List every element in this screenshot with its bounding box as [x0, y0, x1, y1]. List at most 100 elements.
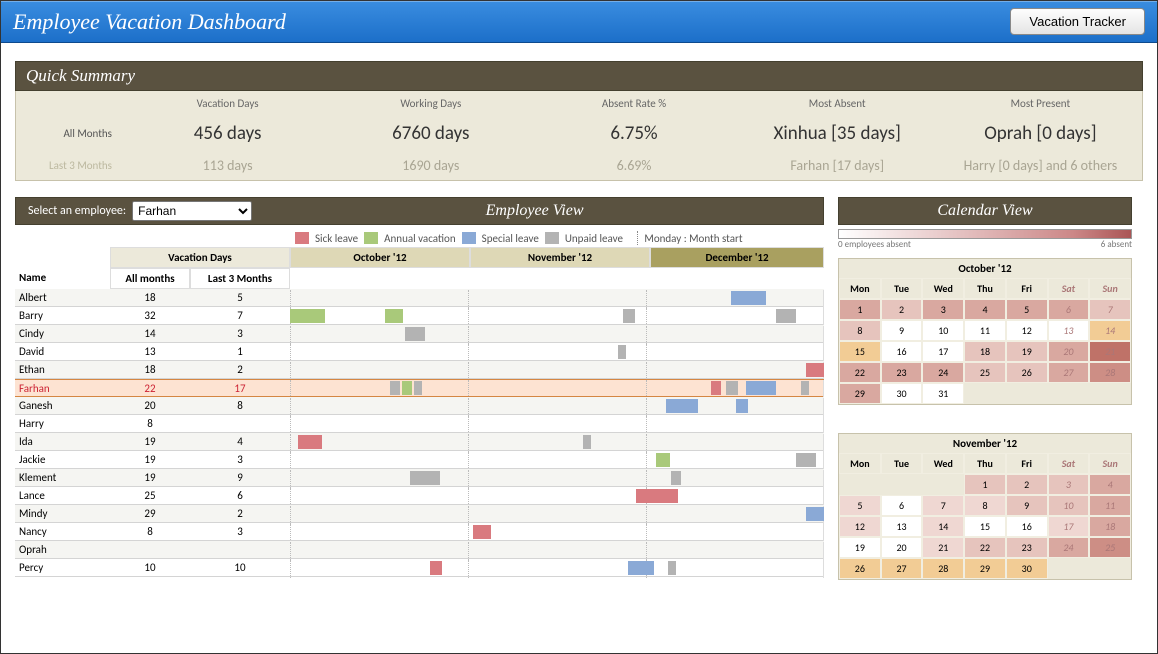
cal-day[interactable]: 24	[1048, 537, 1090, 558]
cal-day[interactable]: 27	[1048, 362, 1090, 383]
table-row[interactable]: Ida194	[15, 433, 824, 451]
calendar-month-title: November '12	[839, 434, 1131, 453]
gantt-area	[290, 470, 824, 486]
cal-day[interactable]: 17	[922, 341, 964, 362]
table-row[interactable]: Barry327	[15, 307, 824, 325]
cal-day[interactable]: 29	[839, 383, 881, 404]
table-row[interactable]: Mindy292	[15, 505, 824, 523]
cal-day[interactable]: 15	[839, 341, 881, 362]
table-row[interactable]: Ethan182	[15, 361, 824, 379]
cal-day[interactable]: 16	[1006, 516, 1048, 537]
cal-day[interactable]: 11	[1089, 495, 1131, 516]
employee-name: Lance	[15, 489, 110, 502]
cal-day[interactable]: 15	[964, 516, 1006, 537]
cal-day[interactable]: 17	[1048, 516, 1090, 537]
cal-day[interactable]: 5	[1006, 299, 1048, 320]
unpaid-swatch	[545, 232, 559, 244]
cal-day[interactable]: 16	[881, 341, 923, 362]
cal-day[interactable]: 14	[922, 516, 964, 537]
cal-day[interactable]: 19	[839, 537, 881, 558]
cal-day[interactable]: 2	[1006, 474, 1048, 495]
summary-col-working: Working Days	[329, 91, 532, 116]
table-row[interactable]: Percy1010	[15, 559, 824, 577]
cal-day[interactable]: 1	[839, 299, 881, 320]
cal-day[interactable]: 3	[922, 299, 964, 320]
employee-name: Mindy	[15, 507, 110, 520]
table-row[interactable]: Albert185	[15, 289, 824, 307]
summary-working-last3: 1690 days	[329, 151, 532, 180]
cal-day[interactable]: 10	[1048, 495, 1090, 516]
employee-name: Ethan	[15, 363, 110, 376]
summary-col-vacation: Vacation Days	[126, 91, 329, 116]
cal-day[interactable]: 29	[964, 558, 1006, 579]
table-row[interactable]: Nancy83	[15, 523, 824, 541]
cal-day[interactable]: 6	[881, 495, 923, 516]
cal-day[interactable]: 23	[881, 362, 923, 383]
cal-day[interactable]: 9	[881, 320, 923, 341]
cal-day[interactable]: 23	[1006, 537, 1048, 558]
cal-day[interactable]: 10	[922, 320, 964, 341]
cal-day[interactable]: 25	[1089, 537, 1131, 558]
cal-day[interactable]: 7	[1089, 299, 1131, 320]
table-row[interactable]: Jackie193	[15, 451, 824, 469]
cal-day[interactable]: 2	[881, 299, 923, 320]
cal-day[interactable]: 8	[964, 495, 1006, 516]
table-row[interactable]: Klement199	[15, 469, 824, 487]
legend-unpaid: Unpaid leave	[565, 232, 623, 245]
cal-day[interactable]: 24	[922, 362, 964, 383]
cal-day[interactable]: 28	[922, 558, 964, 579]
summary-most-absent-last3: Farhan [17 days]	[736, 151, 939, 180]
table-row[interactable]: David131	[15, 343, 824, 361]
cal-day[interactable]: 25	[964, 362, 1006, 383]
cal-day[interactable]: 22	[964, 537, 1006, 558]
cal-day[interactable]: 3	[1048, 474, 1090, 495]
cal-day[interactable]: 21	[922, 537, 964, 558]
cal-day[interactable]: 13	[881, 516, 923, 537]
cal-day[interactable]: 20	[1048, 341, 1090, 362]
page-title: Employee Vacation Dashboard	[13, 9, 286, 35]
cal-day[interactable]: 6	[1048, 299, 1090, 320]
cal-day[interactable]: 18	[1089, 516, 1131, 537]
cal-day[interactable]: 28	[1089, 362, 1131, 383]
bar-annual	[402, 381, 412, 395]
cal-day[interactable]: 4	[1089, 474, 1131, 495]
cal-day[interactable]: 13	[1048, 320, 1090, 341]
cal-day[interactable]: 8	[839, 320, 881, 341]
table-row[interactable]: Oprah	[15, 541, 824, 559]
cal-day[interactable]: 12	[839, 516, 881, 537]
cal-day[interactable]: 20	[881, 537, 923, 558]
dow-label: Fri	[1006, 278, 1048, 299]
cal-day[interactable]: 31	[922, 383, 964, 404]
gantt-area	[290, 416, 824, 432]
bar-special	[628, 561, 646, 575]
vacation-tracker-button[interactable]: Vacation Tracker	[1010, 8, 1145, 35]
cal-day[interactable]: 26	[1006, 362, 1048, 383]
cal-day[interactable]: 7	[922, 495, 964, 516]
cal-day[interactable]: 21	[1089, 341, 1131, 362]
cal-day[interactable]: 1	[964, 474, 1006, 495]
cal-day[interactable]: 11	[964, 320, 1006, 341]
cal-day[interactable]: 30	[1006, 558, 1048, 579]
cal-day[interactable]: 4	[964, 299, 1006, 320]
table-row[interactable]: Farhan2217	[15, 379, 824, 397]
bar-unpaid	[618, 345, 626, 359]
bar-special	[736, 399, 748, 413]
select-employee-dropdown[interactable]: Farhan	[132, 201, 252, 221]
table-row[interactable]: Cindy143	[15, 325, 824, 343]
table-row[interactable]: Lance256	[15, 487, 824, 505]
cal-day[interactable]: 22	[839, 362, 881, 383]
cal-day[interactable]: 19	[1006, 341, 1048, 362]
cal-day[interactable]: 14	[1089, 320, 1131, 341]
cal-day[interactable]: 5	[839, 495, 881, 516]
table-row[interactable]: Ganesh208	[15, 397, 824, 415]
cal-day[interactable]: 27	[881, 558, 923, 579]
cal-day[interactable]: 12	[1006, 320, 1048, 341]
cal-day[interactable]: 9	[1006, 495, 1048, 516]
cal-day[interactable]: 30	[881, 383, 923, 404]
cal-day[interactable]: 18	[964, 341, 1006, 362]
summary-vacation-all: 456 days	[126, 116, 329, 151]
gantt-area	[290, 326, 824, 342]
table-row[interactable]: Harry8	[15, 415, 824, 433]
bar-annual	[290, 309, 325, 323]
cal-day[interactable]: 26	[839, 558, 881, 579]
